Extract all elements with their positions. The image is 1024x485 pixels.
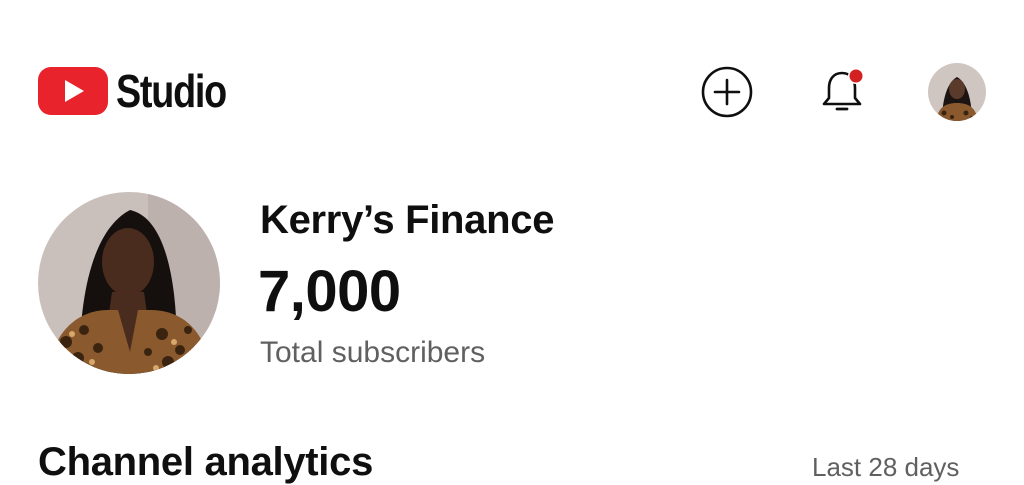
app-title: Studio (116, 65, 227, 117)
account-avatar[interactable] (928, 63, 986, 121)
avatar-image (928, 63, 986, 121)
youtube-play-icon (38, 67, 108, 115)
channel-name: Kerry’s Finance (260, 198, 555, 242)
status-dots (772, 0, 832, 4)
notification-dot (849, 69, 863, 83)
notifications-button[interactable] (814, 64, 870, 120)
date-range-label[interactable]: Last 28 days (812, 452, 959, 483)
app-header: Studio (0, 56, 1024, 128)
analytics-heading: Channel analytics (38, 440, 374, 484)
studio-logo[interactable]: Studio (38, 66, 250, 116)
subscriber-label: Total subscribers (260, 336, 486, 369)
bell-icon (822, 68, 864, 111)
subscriber-count: 7,000 (258, 259, 401, 324)
channel-photo (38, 192, 220, 374)
create-button[interactable] (699, 64, 755, 120)
channel-avatar[interactable] (38, 192, 220, 374)
add-circle-icon (701, 66, 753, 118)
